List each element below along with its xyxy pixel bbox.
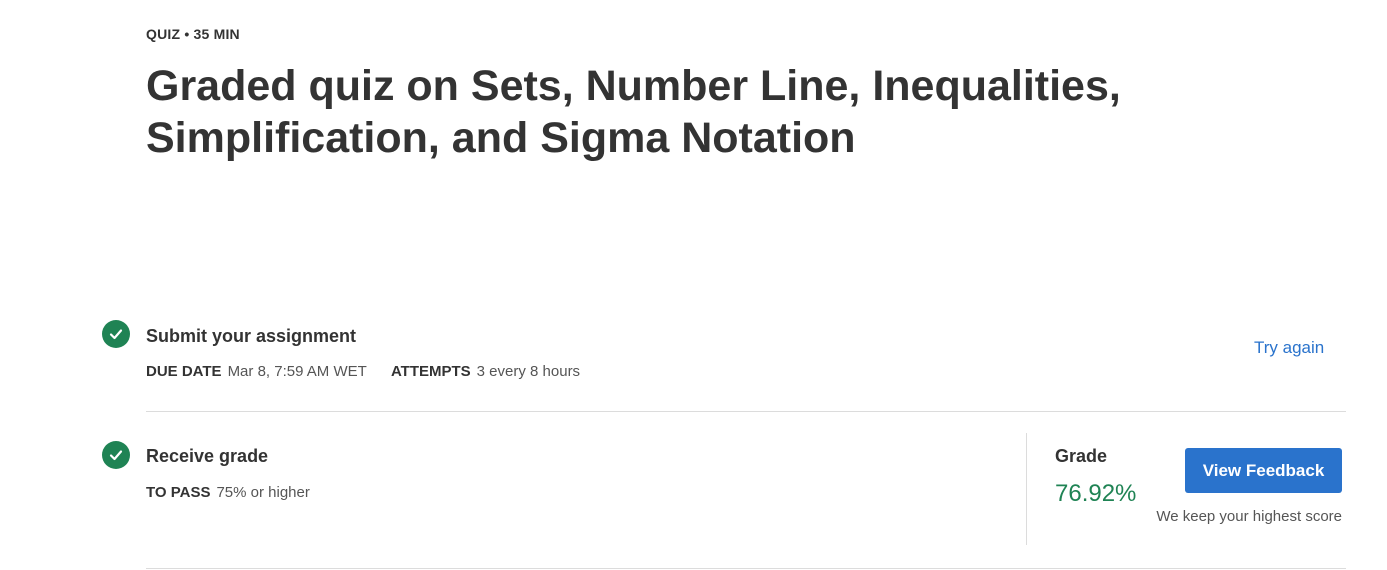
grade-panel-divider — [1026, 433, 1027, 545]
bottom-divider — [146, 568, 1346, 569]
grade-step-heading: Receive grade — [146, 446, 269, 466]
quiz-meta: QUIZ • 35 MIN — [146, 26, 240, 42]
grade-complete-check-icon — [102, 441, 130, 469]
highest-score-note: We keep your highest score — [1156, 508, 1342, 525]
try-again-link[interactable]: Try again — [1254, 338, 1324, 358]
submit-complete-check-icon — [102, 320, 130, 348]
to-pass-label: TO PASS — [146, 484, 211, 501]
quiz-page: QUIZ • 35 MIN Graded quiz on Sets, Numbe… — [0, 0, 1387, 570]
to-pass-value: 75% or higher — [216, 484, 310, 501]
attempts-value: 3 every 8 hours — [476, 363, 581, 380]
page-title: Graded quiz on Sets, Number Line, Inequa… — [146, 62, 1121, 162]
view-feedback-button[interactable]: View Feedback — [1185, 448, 1342, 493]
grade-step-meta: TO PASS 75% or higher — [146, 484, 330, 501]
submit-step-meta: DUE DATE Mar 8, 7:59 AM WET ATTEMPTS 3 eve… — [146, 363, 600, 380]
grade-label: Grade — [1055, 446, 1108, 466]
grade-value: 76.92% — [1055, 480, 1137, 507]
due-date-label: DUE DATE — [146, 363, 222, 380]
attempts-label: ATTEMPTS — [390, 363, 471, 380]
section-divider — [146, 411, 1346, 412]
submit-step-heading: Submit your assignment — [146, 326, 357, 346]
due-date-value: Mar 8, 7:59 AM WET — [227, 363, 367, 380]
